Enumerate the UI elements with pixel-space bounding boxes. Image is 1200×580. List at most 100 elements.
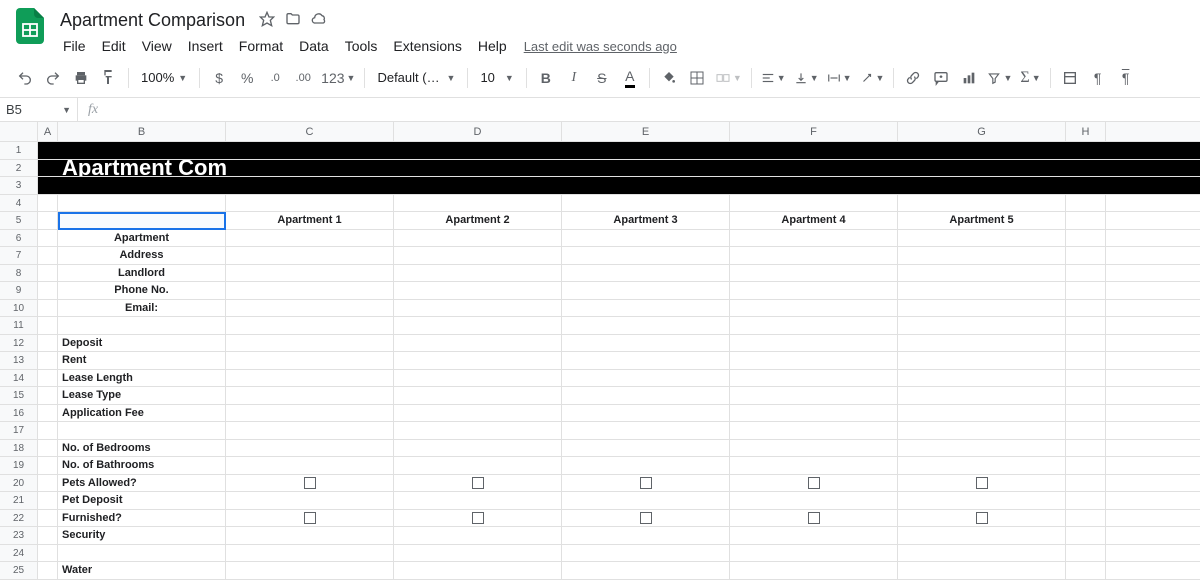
cell[interactable] [226,177,394,194]
row-label[interactable]: Application Fee [58,405,226,422]
percent-button[interactable]: % [234,65,260,91]
font-size-select[interactable]: 10▼ [474,70,519,85]
cell[interactable] [898,562,1066,579]
col-header-H[interactable]: H [1066,122,1106,141]
cell[interactable] [226,527,394,544]
cell[interactable] [226,492,394,509]
sheet-title-cell[interactable]: Apartment Comparison [58,160,226,177]
row-label[interactable]: Lease Type [58,387,226,404]
cell[interactable] [226,440,394,457]
cell[interactable] [226,562,394,579]
col-header-G[interactable]: G [898,122,1066,141]
sheets-logo[interactable] [12,8,48,44]
horizontal-align-button[interactable]: ▼ [758,65,789,91]
row-header-7[interactable]: 7 [0,247,37,265]
cell[interactable] [1066,562,1106,579]
row-label[interactable]: Phone No. [58,282,226,299]
cell[interactable] [226,300,394,317]
row-header-17[interactable]: 17 [0,422,37,440]
row-header-21[interactable]: 21 [0,492,37,510]
cell[interactable] [1066,387,1106,404]
cell[interactable] [1066,545,1106,562]
cell[interactable] [394,160,562,177]
col-header-A[interactable]: A [38,122,58,141]
borders-button[interactable] [684,65,710,91]
row-label[interactable]: No. of Bathrooms [58,457,226,474]
cell[interactable] [38,160,58,177]
cell[interactable] [394,370,562,387]
cell[interactable] [730,282,898,299]
cell[interactable] [38,265,58,282]
cell[interactable] [58,195,226,212]
cell[interactable] [1066,265,1106,282]
cell[interactable] [898,440,1066,457]
cell[interactable] [38,335,58,352]
cell[interactable] [394,527,562,544]
cell[interactable] [562,195,730,212]
cell[interactable] [394,405,562,422]
cell[interactable] [898,405,1066,422]
menu-view[interactable]: View [135,34,179,58]
checkbox[interactable] [976,477,988,489]
cell[interactable] [1066,457,1106,474]
apartment-header[interactable]: Apartment 2 [394,212,562,229]
cell[interactable] [562,335,730,352]
apartment-header[interactable]: Apartment 5 [898,212,1066,229]
menu-help[interactable]: Help [471,34,514,58]
strikethrough-button[interactable]: S [589,65,615,91]
cell[interactable] [394,230,562,247]
text-wrap-button[interactable]: ▼ [824,65,855,91]
cell[interactable] [730,142,898,159]
cell[interactable] [730,195,898,212]
cell[interactable] [1066,370,1106,387]
cell[interactable] [1066,230,1106,247]
checkbox[interactable] [976,512,988,524]
cell[interactable] [898,527,1066,544]
cell[interactable] [226,230,394,247]
cell[interactable] [394,265,562,282]
toolbar-icon-3[interactable]: ¶ [1113,65,1139,91]
cell[interactable] [562,352,730,369]
cell[interactable] [730,405,898,422]
cell[interactable] [1066,475,1106,492]
cell[interactable] [898,475,1066,492]
menu-edit[interactable]: Edit [95,34,133,58]
cell[interactable] [226,247,394,264]
cell[interactable] [562,265,730,282]
menu-data[interactable]: Data [292,34,336,58]
cell[interactable] [562,247,730,264]
text-rotation-button[interactable]: ▼ [857,65,888,91]
row-header-22[interactable]: 22 [0,510,37,528]
cell[interactable] [898,422,1066,439]
toolbar-icon-2[interactable]: ¶ [1085,65,1111,91]
cell[interactable] [562,282,730,299]
row-label[interactable]: Security [58,527,226,544]
row-label[interactable]: Furnished? [58,510,226,527]
cell[interactable] [1066,405,1106,422]
cell[interactable] [1066,335,1106,352]
cell[interactable] [898,352,1066,369]
cell[interactable] [562,142,730,159]
cell[interactable] [38,370,58,387]
row-header-18[interactable]: 18 [0,440,37,458]
insert-chart-button[interactable] [956,65,982,91]
decrease-decimal-button[interactable]: .0 [262,65,288,91]
row-label[interactable]: Water [58,562,226,579]
fill-color-button[interactable] [656,65,682,91]
functions-button[interactable]: Σ▼ [1017,65,1043,91]
cell[interactable] [1066,247,1106,264]
cell[interactable] [1066,317,1106,334]
row-header-15[interactable]: 15 [0,387,37,405]
cell[interactable] [1066,282,1106,299]
checkbox[interactable] [640,477,652,489]
cell[interactable] [562,177,730,194]
move-icon[interactable] [285,11,301,30]
row-header-25[interactable]: 25 [0,562,37,580]
checkbox[interactable] [472,477,484,489]
row-header-23[interactable]: 23 [0,527,37,545]
cell[interactable] [898,317,1066,334]
text-color-button[interactable]: A [617,65,643,91]
cell[interactable] [730,160,898,177]
cell[interactable] [394,352,562,369]
cell[interactable] [394,475,562,492]
